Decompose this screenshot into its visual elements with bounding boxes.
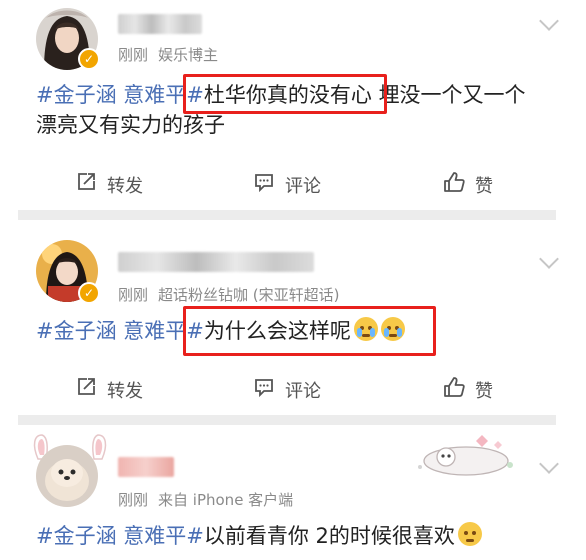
post-source: 娱乐博主 [158, 46, 219, 64]
username-redacted[interactable] [118, 457, 174, 477]
share-edit-icon [75, 171, 97, 198]
post-text-line2: 漂亮又有实力的孩子 [36, 113, 225, 137]
post-text: #金子涵 意难平#以前看青你 2的时候很喜欢 [36, 521, 546, 551]
topic-link[interactable]: #金子涵 意难平# [36, 83, 204, 107]
post-time: 刚刚 [118, 491, 149, 509]
comment-button[interactable]: 评论 [253, 171, 321, 198]
post-separator [18, 210, 556, 220]
thumbs-up-icon [443, 171, 465, 198]
post-meta: 刚刚 超话粉丝钻咖 (宋亚轩超话) [118, 284, 350, 305]
post-separator [18, 415, 556, 425]
comment-label: 评论 [285, 380, 321, 402]
highlight-box [183, 74, 387, 114]
sticker-decoration-icon [418, 435, 513, 476]
post-text-rest: 埋没一个又一个 [378, 83, 526, 107]
post-time: 刚刚 [118, 46, 149, 64]
repost-label: 转发 [107, 380, 143, 402]
chevron-down-icon[interactable] [539, 11, 559, 31]
highlight-box [183, 306, 436, 356]
topic-link[interactable]: #金子涵 意难平# [36, 524, 204, 548]
verified-badge-icon: ✓ [78, 48, 100, 70]
comment-label: 评论 [285, 175, 321, 197]
comment-icon [253, 171, 275, 198]
like-label: 赞 [475, 175, 493, 197]
post-source: 超话粉丝钻咖 (宋亚轩超话) [158, 286, 340, 304]
comment-icon [253, 376, 275, 403]
chevron-down-icon[interactable] [539, 249, 559, 269]
repost-label: 转发 [107, 175, 143, 197]
verified-badge-icon: ✓ [78, 282, 100, 304]
repost-button[interactable]: 转发 [75, 171, 143, 198]
topic-link[interactable]: #金子涵 意难平# [36, 319, 204, 343]
chevron-down-icon[interactable] [539, 454, 559, 474]
post-meta: 刚刚 来自 iPhone 客户端 [118, 489, 303, 510]
share-edit-icon [75, 376, 97, 403]
post-time: 刚刚 [118, 286, 149, 304]
username-redacted[interactable] [118, 14, 202, 34]
like-button[interactable]: 赞 [443, 376, 493, 403]
post-body-text: 以前看青你 2的时候很喜欢 [203, 524, 455, 548]
post-2: ✓ 刚刚 超话粉丝钻咖 (宋亚轩超话) #金子涵 意难平#为什么会这样呢 转发 评… [0, 220, 586, 420]
post-source: 来自 iPhone 客户端 [158, 491, 294, 509]
like-button[interactable]: 赞 [443, 171, 493, 198]
action-bar: 转发 评论 赞 [0, 368, 586, 408]
post-3: 刚刚 来自 iPhone 客户端 #金子涵 意难平#以前看青你 2的时候很喜欢 [0, 425, 586, 560]
repost-button[interactable]: 转发 [75, 376, 143, 403]
action-bar: 转发 评论 赞 [0, 163, 586, 203]
avatar[interactable] [36, 445, 98, 507]
post-1: ✓ 刚刚 娱乐博主 #金子涵 意难平#杜华你真的没有心 埋没一个又一个 漂亮又有实… [0, 0, 586, 210]
thumbs-up-icon [443, 376, 465, 403]
username-redacted[interactable] [118, 252, 314, 272]
like-label: 赞 [475, 380, 493, 402]
pleading-emoji-icon [457, 522, 482, 546]
comment-button[interactable]: 评论 [253, 376, 321, 403]
post-meta: 刚刚 娱乐博主 [118, 44, 228, 65]
